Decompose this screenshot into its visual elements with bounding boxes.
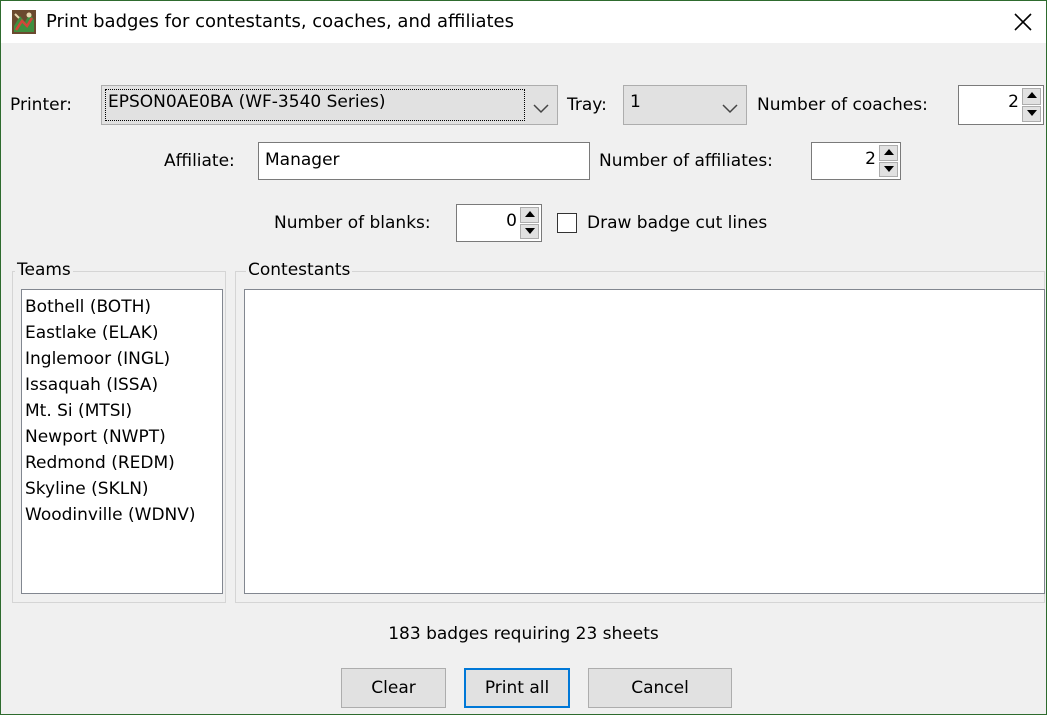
team-list-item[interactable]: Eastlake (ELAK) <box>22 320 222 346</box>
tray-select[interactable]: 1 <box>623 85 747 125</box>
spin-up-icon <box>1027 92 1037 98</box>
status-text: 183 badges requiring 23 sheets <box>388 624 659 644</box>
spin-down-button[interactable] <box>1022 105 1041 122</box>
spin-up-button[interactable] <box>520 207 539 223</box>
app-icon <box>12 10 36 34</box>
tray-select-value: 1 <box>630 92 641 112</box>
blanks-value: 0 <box>506 211 517 231</box>
contestants-group-title: Contestants <box>246 260 353 280</box>
team-list-item[interactable]: Newport (NWPT) <box>22 424 222 450</box>
spin-down-icon <box>1027 109 1037 116</box>
printer-select[interactable]: EPSON0AE0BA (WF-3540 Series) <box>101 85 558 125</box>
spin-up-icon <box>884 149 894 155</box>
team-list-item[interactable]: Inglemoor (INGL) <box>22 346 222 372</box>
affiliate-input-value: Manager <box>265 150 340 170</box>
blanks-spinner[interactable]: 0 <box>456 204 542 242</box>
affiliates-count-label: Number of affiliates: <box>599 151 773 171</box>
affiliates-spinner[interactable]: 2 <box>811 142 901 180</box>
cut-lines-checkbox[interactable] <box>557 213 577 233</box>
spin-up-button[interactable] <box>1022 88 1041 105</box>
teams-list[interactable]: Bothell (BOTH) Eastlake (ELAK) Inglemoor (… <box>21 289 223 594</box>
affiliates-count-value: 2 <box>865 149 876 169</box>
close-button[interactable] <box>1000 1 1046 43</box>
spin-down-icon <box>884 165 894 172</box>
spin-down-button[interactable] <box>520 223 539 239</box>
affiliate-label: Affiliate: <box>164 151 235 171</box>
team-list-item[interactable]: Redmond (REDM) <box>22 450 222 476</box>
contestants-list[interactable] <box>244 289 1045 594</box>
window-title: Print badges for contestants, coaches, a… <box>46 11 514 32</box>
team-list-item[interactable]: Woodinville (WDNV) <box>22 502 222 528</box>
printer-select-value: EPSON0AE0BA (WF-3540 Series) <box>108 92 386 112</box>
spin-up-icon <box>525 211 535 217</box>
coaches-label: Number of coaches: <box>757 95 928 115</box>
clear-button[interactable]: Clear <box>341 668 446 708</box>
chevron-down-icon <box>533 99 549 114</box>
spin-down-icon <box>525 227 535 234</box>
team-list-item[interactable]: Mt. Si (MTSI) <box>22 398 222 424</box>
coaches-spinner[interactable]: 2 <box>958 85 1044 125</box>
chevron-down-icon <box>722 99 738 114</box>
spin-down-button[interactable] <box>879 161 898 177</box>
title-bar: Print badges for contestants, coaches, a… <box>1 1 1046 43</box>
blanks-label: Number of blanks: <box>274 213 431 233</box>
team-list-item[interactable]: Bothell (BOTH) <box>22 294 222 320</box>
teams-group-title: Teams <box>15 260 73 280</box>
affiliate-input[interactable]: Manager <box>258 142 590 180</box>
print-badges-dialog: Print badges for contestants, coaches, a… <box>0 0 1047 715</box>
spin-up-button[interactable] <box>879 145 898 161</box>
team-list-item[interactable]: Issaquah (ISSA) <box>22 372 222 398</box>
coaches-value: 2 <box>1008 92 1019 112</box>
tray-label: Tray: <box>567 95 607 115</box>
cut-lines-label[interactable]: Draw badge cut lines <box>587 213 767 233</box>
cancel-button[interactable]: Cancel <box>588 668 732 708</box>
print-all-button[interactable]: Print all <box>464 668 570 708</box>
team-list-item[interactable]: Skyline (SKLN) <box>22 476 222 502</box>
printer-label: Printer: <box>10 95 72 115</box>
